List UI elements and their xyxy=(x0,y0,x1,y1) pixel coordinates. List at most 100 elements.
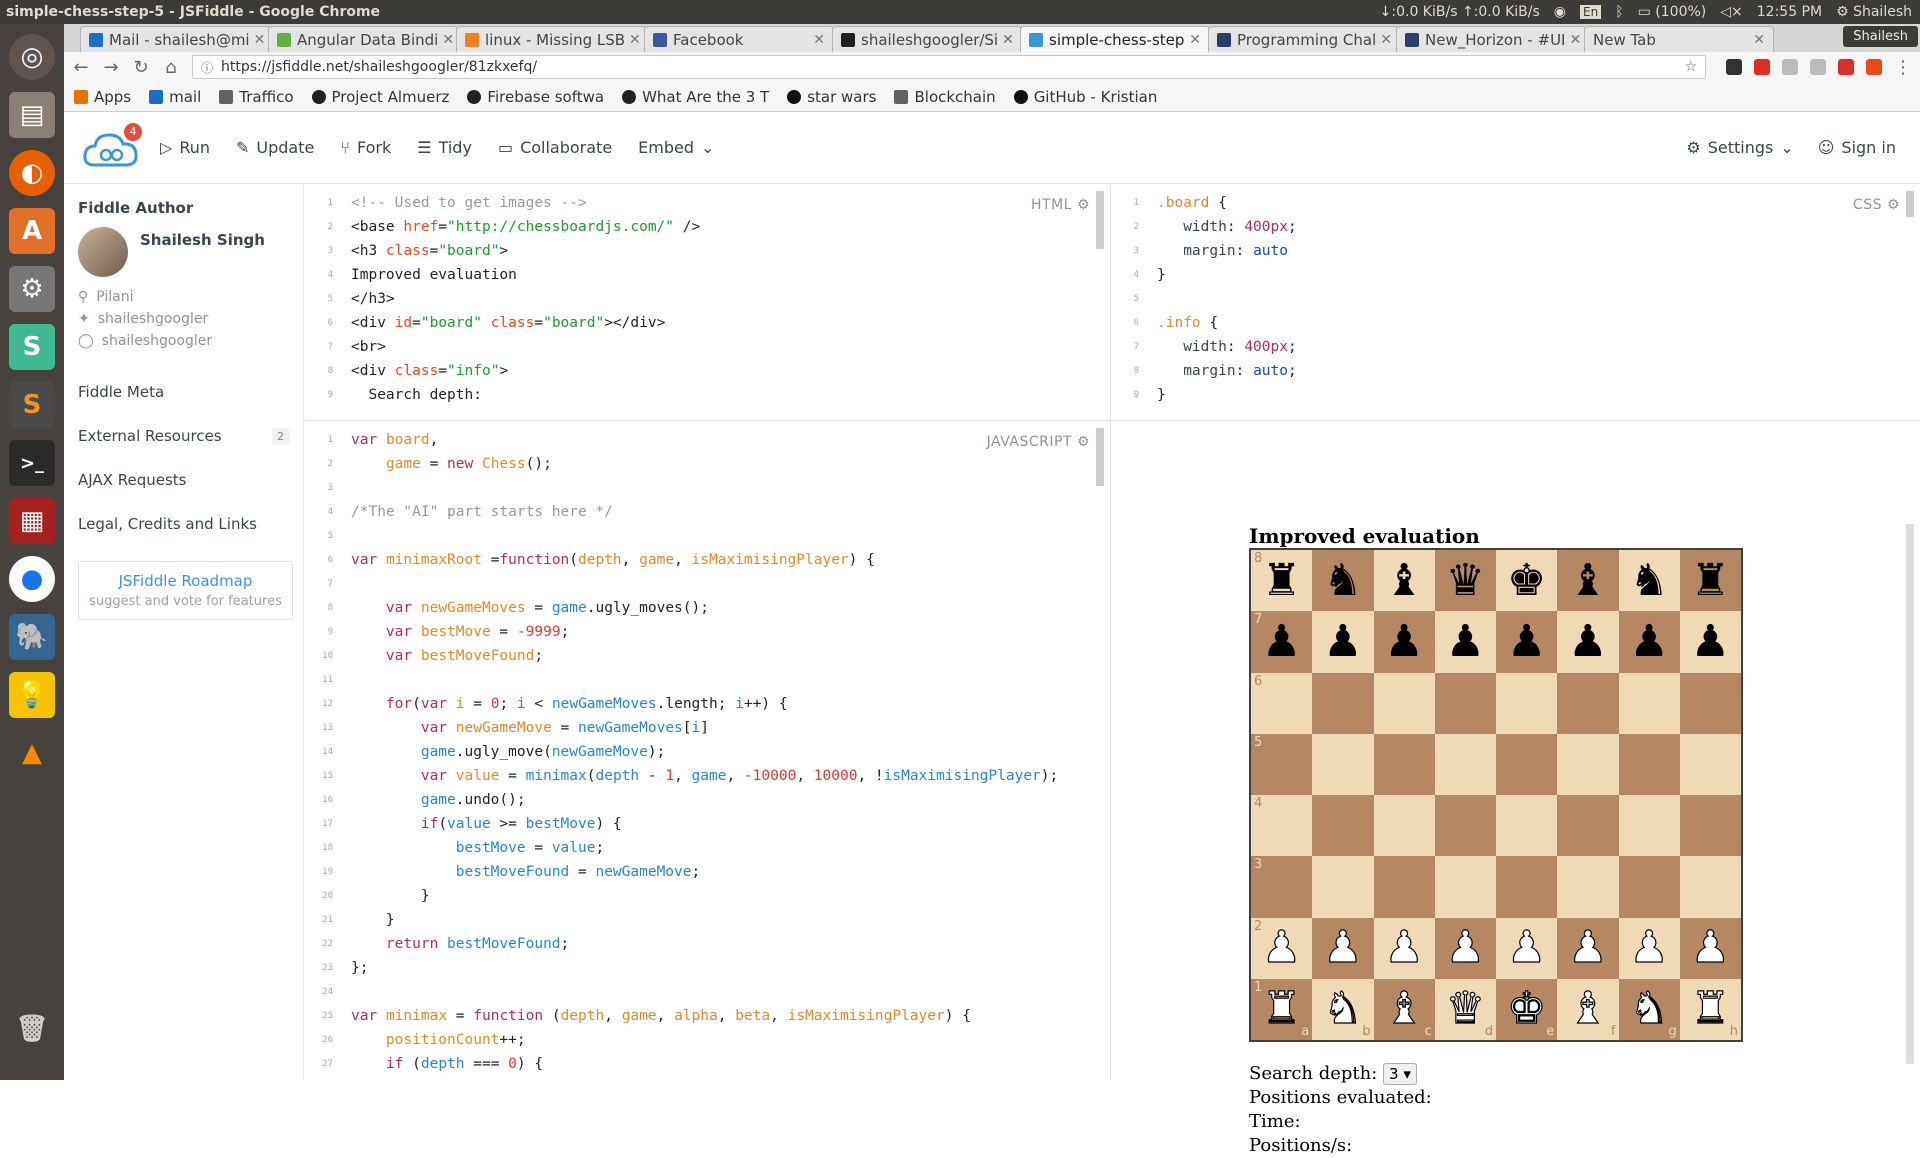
chrome-profile-button[interactable]: Shailesh xyxy=(1843,26,1918,47)
bookmark-project[interactable]: Project Almuerz xyxy=(311,88,449,106)
white-pawn-icon[interactable]: ♟ xyxy=(1384,925,1425,970)
files-icon[interactable]: ▤ xyxy=(9,92,55,138)
battery-indicator[interactable]: ▭ (100%) xyxy=(1638,4,1707,20)
board-square[interactable] xyxy=(1679,795,1741,857)
back-icon[interactable]: ← xyxy=(72,57,90,78)
board-square[interactable]: h ♜ xyxy=(1679,978,1741,1040)
white-knight-icon[interactable]: ♞ xyxy=(1629,986,1670,1031)
fiddle-meta-link[interactable]: Fiddle Meta xyxy=(78,383,293,401)
board-square[interactable] xyxy=(1618,795,1680,857)
white-pawn-icon[interactable]: ♟ xyxy=(1690,925,1731,970)
trash-icon[interactable]: 🗑 xyxy=(9,1006,55,1052)
board-square[interactable] xyxy=(1557,733,1619,795)
black-pawn-icon[interactable]: ♟ xyxy=(1384,619,1423,664)
update-button[interactable]: ✎ Update xyxy=(236,138,314,157)
board-square[interactable]: d ♛ xyxy=(1434,978,1496,1040)
board-square[interactable] xyxy=(1496,672,1558,734)
embed-button[interactable]: Embed ⌄ xyxy=(638,138,714,157)
board-square[interactable] xyxy=(1557,672,1619,734)
black-pawn-icon[interactable]: ♟ xyxy=(1568,619,1607,664)
run-button[interactable]: ▷ Run xyxy=(160,138,210,157)
white-queen-icon[interactable]: ♛ xyxy=(1445,986,1486,1031)
board-square[interactable] xyxy=(1557,856,1619,918)
board-square[interactable]: ♟ xyxy=(1434,611,1496,673)
bluetooth-icon[interactable]: ᛒ xyxy=(1615,4,1623,20)
browser-tab[interactable]: Angular Data Bindi ✕ xyxy=(268,26,458,52)
reload-icon[interactable]: ↻ xyxy=(132,57,150,78)
board-square[interactable] xyxy=(1373,733,1435,795)
board-square[interactable] xyxy=(1434,672,1496,734)
external-resources-link[interactable]: External Resources 2 xyxy=(78,427,293,445)
white-rook-icon[interactable]: ♜ xyxy=(1261,986,1302,1031)
white-pawn-icon[interactable]: ♟ xyxy=(1323,925,1364,970)
board-square[interactable]: ♟ xyxy=(1373,611,1435,673)
board-square[interactable]: ♟ xyxy=(1434,917,1496,979)
board-square[interactable]: ♝ xyxy=(1373,550,1435,612)
board-square[interactable]: f ♝ xyxy=(1557,978,1619,1040)
extension-icon[interactable] xyxy=(1782,59,1798,75)
black-bishop-icon[interactable]: ♝ xyxy=(1568,558,1607,603)
fork-button[interactable]: ⑂ Fork xyxy=(340,138,391,157)
author-github[interactable]: ◯ shaileshgoogler xyxy=(78,333,293,349)
board-square[interactable]: ♜ xyxy=(1679,550,1741,612)
bookmark-what-are[interactable]: What Are the 3 T xyxy=(622,88,769,106)
board-square[interactable] xyxy=(1496,856,1558,918)
board-square[interactable] xyxy=(1373,672,1435,734)
extension-icon[interactable] xyxy=(1754,59,1770,75)
tidy-button[interactable]: ☰ Tidy xyxy=(417,138,472,157)
board-square[interactable]: 4 xyxy=(1251,795,1313,857)
black-knight-icon[interactable]: ♞ xyxy=(1629,558,1668,603)
forward-icon[interactable]: → xyxy=(102,57,120,78)
board-square[interactable] xyxy=(1434,795,1496,857)
board-square[interactable]: ♟ xyxy=(1618,917,1680,979)
chessboard[interactable]: 8 ♜ ♞ ♝ ♛ ♚ ♝ ♞ ♜ 7 ♟ ♟ ♟ ♟ ♟ ♟ ♟ ♟ 6 5 4 3 2 ♟ ♟ ♟ ♟ ♟ ♟ ♟ ♟ 1 a ♜ b ♞ c ♝ d ♛… xyxy=(1249,548,1743,1042)
browser-tab-active[interactable]: simple-chess-step ✕ xyxy=(1020,26,1210,52)
board-square[interactable]: ♟ xyxy=(1618,611,1680,673)
board-square[interactable] xyxy=(1312,733,1374,795)
black-knight-icon[interactable]: ♞ xyxy=(1323,558,1362,603)
browser-tab[interactable]: Facebook ✕ xyxy=(644,26,834,52)
extension-icon[interactable] xyxy=(1726,59,1742,75)
bookmark-github[interactable]: GitHub - Kristian xyxy=(1013,88,1157,106)
board-square[interactable]: ♞ xyxy=(1312,550,1374,612)
white-pawn-icon[interactable]: ♟ xyxy=(1506,925,1547,970)
scrollbar[interactable] xyxy=(1096,191,1104,249)
board-square[interactable]: c ♝ xyxy=(1373,978,1435,1040)
board-square[interactable]: g ♞ xyxy=(1618,978,1680,1040)
terminal-icon[interactable]: >_ xyxy=(9,440,55,486)
black-bishop-icon[interactable]: ♝ xyxy=(1384,558,1423,603)
browser-tab[interactable]: shaileshgoogler/Si ✕ xyxy=(832,26,1022,52)
black-pawn-icon[interactable]: ♟ xyxy=(1629,619,1668,664)
bookmark-firebase[interactable]: Firebase softwa xyxy=(467,88,604,106)
legal-link[interactable]: Legal, Credits and Links xyxy=(78,515,293,533)
board-square[interactable]: 3 xyxy=(1251,856,1313,918)
board-square[interactable]: ♛ xyxy=(1434,550,1496,612)
scrollbar[interactable] xyxy=(1906,524,1914,1064)
address-bar[interactable]: ⓘ https://jsfiddle.net/shaileshgoogler/8… xyxy=(192,55,1706,79)
software-center-icon[interactable]: A xyxy=(9,208,55,254)
css-editor-panel[interactable]: CSS ⚙ 1 .board { 2 width: 400px; 3 margin… xyxy=(1111,185,1920,421)
chrome-icon[interactable]: ● xyxy=(9,556,55,602)
board-square[interactable] xyxy=(1679,733,1741,795)
board-square[interactable]: 6 xyxy=(1251,672,1313,734)
gmail-extension-icon[interactable] xyxy=(1838,59,1854,75)
board-square[interactable] xyxy=(1496,795,1558,857)
system-settings-icon[interactable]: ⚙ xyxy=(9,266,55,312)
keyboard-lang[interactable]: En xyxy=(1580,5,1602,19)
board-square[interactable] xyxy=(1373,856,1435,918)
board-square[interactable]: ♟ xyxy=(1679,611,1741,673)
scrollbar[interactable] xyxy=(1906,191,1914,217)
white-pawn-icon[interactable]: ♟ xyxy=(1261,925,1302,970)
board-square[interactable]: ♟ xyxy=(1312,917,1374,979)
firefox-icon[interactable]: ◐ xyxy=(9,150,55,196)
board-square[interactable] xyxy=(1557,795,1619,857)
home-icon[interactable]: ⌂ xyxy=(162,57,180,78)
board-square[interactable]: ♟ xyxy=(1496,917,1558,979)
browser-tab[interactable]: Mail - shailesh@mi ✕ xyxy=(80,26,270,52)
office-extension-icon[interactable] xyxy=(1866,59,1882,75)
app-red-icon[interactable]: ▦ xyxy=(9,498,55,544)
ajax-requests-link[interactable]: AJAX Requests xyxy=(78,471,293,489)
white-bishop-icon[interactable]: ♝ xyxy=(1568,986,1609,1031)
board-square[interactable]: ♟ xyxy=(1679,917,1741,979)
js-editor-panel[interactable]: JAVASCRIPT ⚙ 1 var board, 2 game = new Ch… xyxy=(305,422,1111,1080)
